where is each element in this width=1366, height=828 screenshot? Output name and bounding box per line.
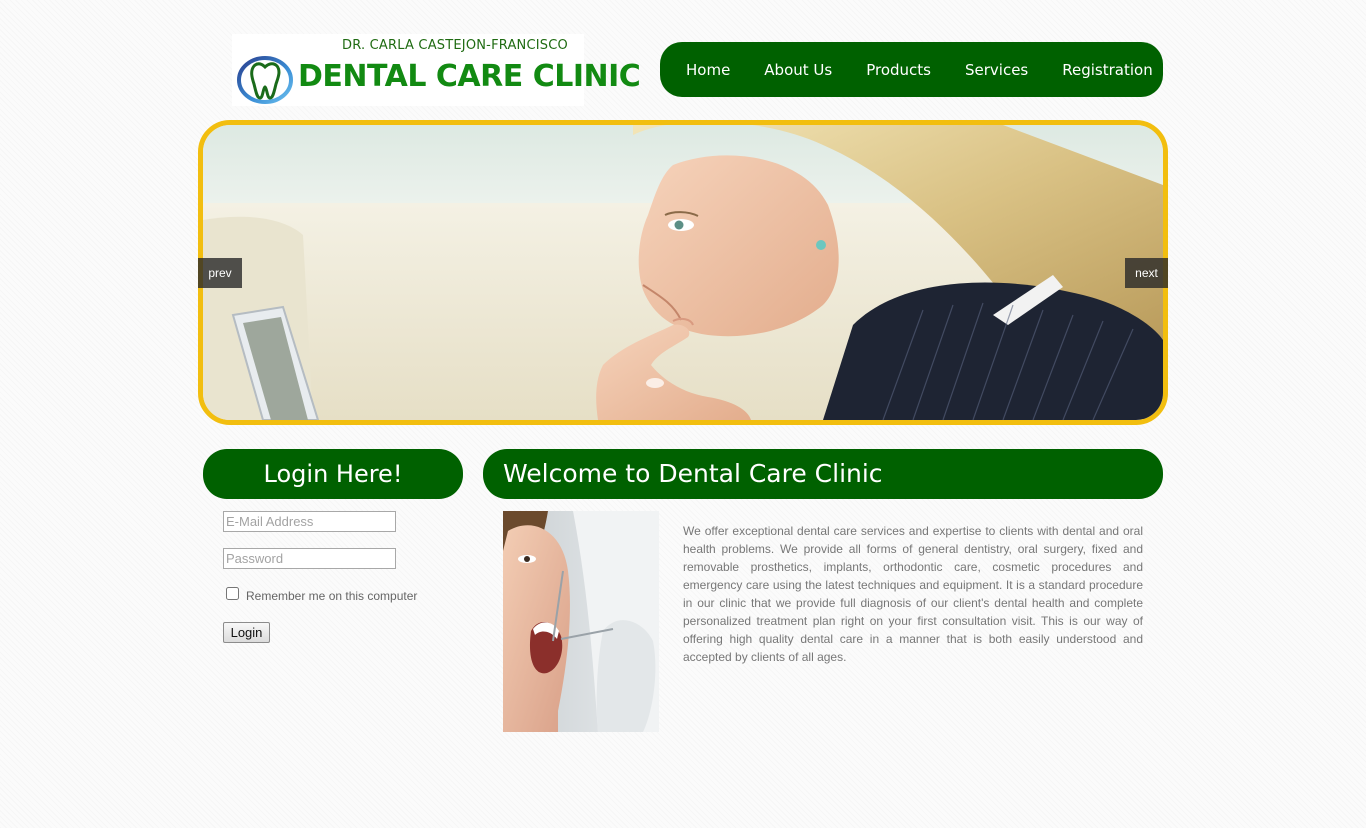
logo-doctor-name: DR. CARLA CASTEJON-FRANCISCO — [342, 38, 568, 53]
remember-me-checkbox[interactable] — [226, 587, 239, 600]
dentist-photo — [503, 511, 659, 732]
password-field[interactable] — [223, 548, 396, 569]
login-button[interactable]: Login — [223, 622, 270, 643]
nav-home[interactable]: Home — [686, 61, 730, 79]
dentist-photo-image — [503, 511, 659, 732]
welcome-heading: Welcome to Dental Care Clinic — [483, 449, 1163, 499]
email-field[interactable] — [223, 511, 396, 532]
nav-products[interactable]: Products — [866, 61, 931, 79]
slider-image — [203, 125, 1163, 420]
login-heading: Login Here! — [203, 449, 463, 499]
tooth-icon — [237, 56, 293, 104]
main-nav: Home About Us Products Services Registra… — [660, 42, 1163, 97]
nav-about-us[interactable]: About Us — [764, 61, 832, 79]
logo-clinic-name: DENTAL CARE CLINIC — [298, 59, 641, 94]
remember-me-label[interactable]: Remember me on this computer — [246, 589, 417, 603]
clinic-logo[interactable]: DR. CARLA CASTEJON-FRANCISCO DENTAL CARE… — [232, 34, 641, 106]
slider-prev-button[interactable]: prev — [198, 258, 242, 288]
slider-next-button[interactable]: next — [1125, 258, 1168, 288]
welcome-description: We offer exceptional dental care service… — [683, 524, 1143, 664]
nav-services[interactable]: Services — [965, 61, 1028, 79]
image-slider — [198, 120, 1168, 425]
nav-registration[interactable]: Registration — [1062, 61, 1152, 79]
